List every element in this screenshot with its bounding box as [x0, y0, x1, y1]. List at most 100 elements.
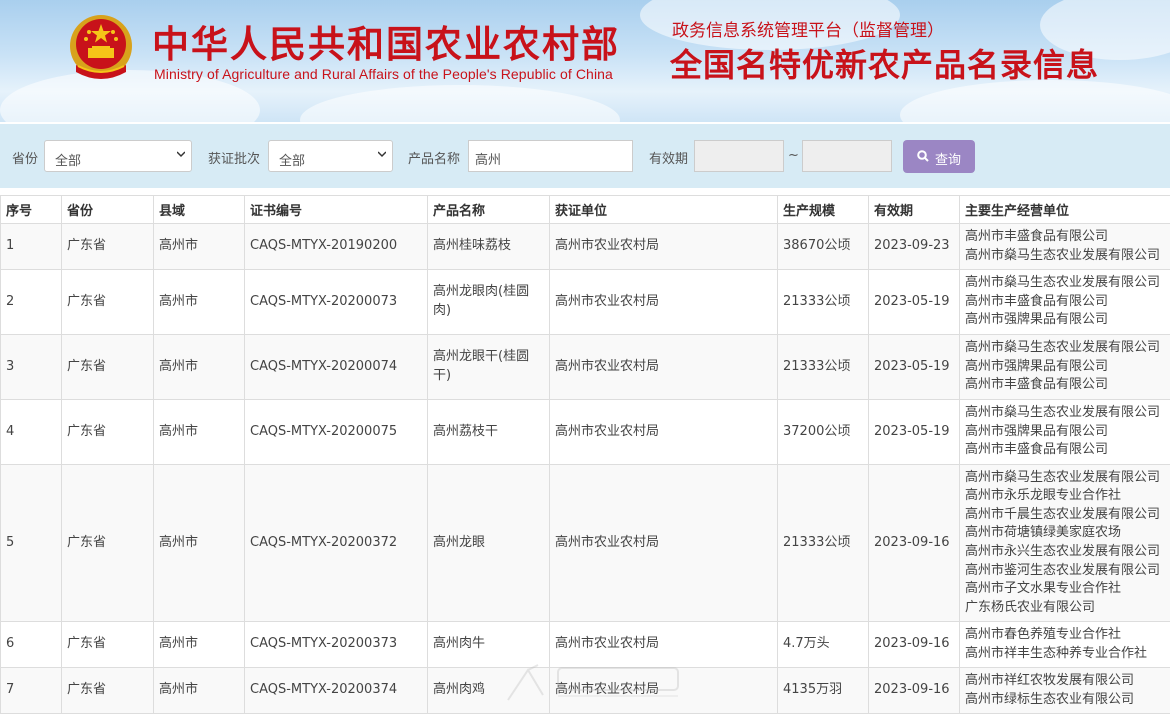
- cell-province: 广东省: [62, 270, 154, 335]
- cell-no: 4: [1, 400, 62, 465]
- col-header-scale[interactable]: 生产规模: [778, 196, 869, 224]
- query-button[interactable]: 查询: [903, 140, 975, 173]
- col-header-product[interactable]: 产品名称: [428, 196, 550, 224]
- watermark-logo-icon: [498, 660, 698, 706]
- validity-start-input[interactable]: [694, 140, 784, 172]
- col-header-valid[interactable]: 有效期: [869, 196, 960, 224]
- col-header-county[interactable]: 县域: [154, 196, 245, 224]
- national-emblem-icon: [66, 10, 136, 86]
- cell-producers: 高州市春色养殖专业合作社 高州市祥丰生态种养专业合作社: [960, 622, 1170, 668]
- cell-valid: 2023-05-19: [869, 270, 960, 335]
- producer-name: 高州市春色养殖专业合作社: [965, 626, 1165, 645]
- table-row[interactable]: 3 广东省 高州市 CAQS-MTYX-20200074 高州龙眼干(桂圆干) …: [1, 335, 1170, 400]
- col-header-producers[interactable]: 主要生产经营单位: [960, 196, 1170, 224]
- cell-cert: CAQS-MTYX-20200373: [245, 622, 428, 668]
- batch-select[interactable]: 全部: [268, 140, 393, 172]
- table-header-row: 序号 省份 县域 证书编号 产品名称 获证单位 生产规模 有效期 主要生产经营单…: [1, 196, 1170, 224]
- batch-label: 获证批次: [208, 148, 260, 167]
- cell-unit: 高州市农业农村局: [550, 270, 778, 335]
- cell-product: 高州龙眼肉(桂圆肉): [428, 270, 550, 335]
- producer-name: 高州市丰盛食品有限公司: [965, 376, 1165, 395]
- table-row[interactable]: 4 广东省 高州市 CAQS-MTYX-20200075 高州荔枝干 高州市农业…: [1, 400, 1170, 465]
- results-table: 序号 省份 县域 证书编号 产品名称 获证单位 生产规模 有效期 主要生产经营单…: [0, 195, 1170, 714]
- range-separator: ~: [788, 148, 799, 163]
- cell-cert: CAQS-MTYX-20190200: [245, 224, 428, 270]
- cell-producers: 高州市燊马生态农业发展有限公司 高州市永乐龙眼专业合作社 高州市千晨生态农业发展…: [960, 465, 1170, 622]
- producer-name: 高州市丰盛食品有限公司: [965, 228, 1165, 247]
- cell-valid: 2023-05-19: [869, 335, 960, 400]
- producer-name: 高州市燊马生态农业发展有限公司: [965, 247, 1165, 266]
- producer-name: 高州市强牌果品有限公司: [965, 423, 1165, 442]
- table-row[interactable]: 2 广东省 高州市 CAQS-MTYX-20200073 高州龙眼肉(桂圆肉) …: [1, 270, 1170, 335]
- cell-cert: CAQS-MTYX-20200075: [245, 400, 428, 465]
- cell-scale: 4.7万头: [778, 622, 869, 668]
- cell-unit: 高州市农业农村局: [550, 400, 778, 465]
- cell-county: 高州市: [154, 668, 245, 714]
- producer-name: 高州市祥红农牧发展有限公司: [965, 672, 1165, 691]
- platform-title: 全国名特优新农产品名录信息: [670, 40, 1099, 86]
- producer-name: 高州市燊马生态农业发展有限公司: [965, 274, 1165, 293]
- cell-county: 高州市: [154, 400, 245, 465]
- table-row[interactable]: 1 广东省 高州市 CAQS-MTYX-20190200 高州桂味荔枝 高州市农…: [1, 224, 1170, 270]
- cell-no: 2: [1, 270, 62, 335]
- cell-producers: 高州市燊马生态农业发展有限公司 高州市丰盛食品有限公司 高州市强牌果品有限公司: [960, 270, 1170, 335]
- producer-name: 高州市子文水果专业合作社: [965, 580, 1165, 599]
- producer-name: 高州市强牌果品有限公司: [965, 358, 1165, 377]
- cell-no: 6: [1, 622, 62, 668]
- cell-valid: 2023-09-16: [869, 622, 960, 668]
- platform-subtitle: 政务信息系统管理平台（监督管理）: [672, 16, 944, 41]
- product-name-input[interactable]: 高州: [468, 140, 633, 172]
- producer-name: 高州市祥丰生态种养专业合作社: [965, 645, 1165, 664]
- producer-name: 高州市丰盛食品有限公司: [965, 293, 1165, 312]
- cell-province: 广东省: [62, 668, 154, 714]
- cell-cert: CAQS-MTYX-20200372: [245, 465, 428, 622]
- province-label: 省份: [12, 148, 38, 167]
- cell-product: 高州龙眼: [428, 465, 550, 622]
- cell-valid: 2023-09-23: [869, 224, 960, 270]
- query-button-label: 查询: [935, 153, 961, 168]
- ministry-title-en: Ministry of Agriculture and Rural Affair…: [154, 66, 613, 82]
- cell-producers: 高州市燊马生态农业发展有限公司 高州市强牌果品有限公司 高州市丰盛食品有限公司: [960, 400, 1170, 465]
- cell-province: 广东省: [62, 622, 154, 668]
- cell-product: 高州桂味荔枝: [428, 224, 550, 270]
- cell-unit: 高州市农业农村局: [550, 465, 778, 622]
- producer-name: 高州市燊马生态农业发展有限公司: [965, 339, 1165, 358]
- cell-unit: 高州市农业农村局: [550, 335, 778, 400]
- validity-label: 有效期: [649, 148, 688, 167]
- col-header-province[interactable]: 省份: [62, 196, 154, 224]
- cell-province: 广东省: [62, 400, 154, 465]
- filter-bar: 省份 全部 获证批次 全部 产品名称 高州 有效期 ~ 查询: [0, 124, 1170, 188]
- chevron-down-icon: [378, 150, 386, 158]
- cell-scale: 21333公顷: [778, 465, 869, 622]
- province-select[interactable]: 全部: [44, 140, 192, 172]
- cell-county: 高州市: [154, 465, 245, 622]
- cell-county: 高州市: [154, 270, 245, 335]
- col-header-cert[interactable]: 证书编号: [245, 196, 428, 224]
- producer-name: 高州市永兴生态农业发展有限公司: [965, 543, 1165, 562]
- cell-county: 高州市: [154, 224, 245, 270]
- col-header-no[interactable]: 序号: [1, 196, 62, 224]
- validity-end-input[interactable]: [802, 140, 892, 172]
- cell-no: 5: [1, 465, 62, 622]
- cell-producers: 高州市丰盛食品有限公司 高州市燊马生态农业发展有限公司: [960, 224, 1170, 270]
- cell-valid: 2023-05-19: [869, 400, 960, 465]
- search-icon: [917, 150, 929, 162]
- table-row[interactable]: 5 广东省 高州市 CAQS-MTYX-20200372 高州龙眼 高州市农业农…: [1, 465, 1170, 622]
- cell-scale: 21333公顷: [778, 335, 869, 400]
- cell-valid: 2023-09-16: [869, 668, 960, 714]
- province-select-value: 全部: [55, 154, 81, 169]
- producer-name: 高州市强牌果品有限公司: [965, 311, 1165, 330]
- cell-province: 广东省: [62, 335, 154, 400]
- producer-name: 高州市燊马生态农业发展有限公司: [965, 404, 1165, 423]
- producer-name: 高州市燊马生态农业发展有限公司: [965, 469, 1165, 488]
- cell-scale: 37200公顷: [778, 400, 869, 465]
- producer-name: 高州市鉴河生态农业发展有限公司: [965, 562, 1165, 581]
- cell-scale: 21333公顷: [778, 270, 869, 335]
- chevron-down-icon: [177, 150, 185, 158]
- col-header-unit[interactable]: 获证单位: [550, 196, 778, 224]
- ministry-title-cn: 中华人民共和国农业农村部: [152, 14, 620, 68]
- cell-cert: CAQS-MTYX-20200073: [245, 270, 428, 335]
- cell-producers: 高州市燊马生态农业发展有限公司 高州市强牌果品有限公司 高州市丰盛食品有限公司: [960, 335, 1170, 400]
- header-banner: 中华人民共和国农业农村部 Ministry of Agriculture and…: [0, 0, 1170, 122]
- cell-product: 高州龙眼干(桂圆干): [428, 335, 550, 400]
